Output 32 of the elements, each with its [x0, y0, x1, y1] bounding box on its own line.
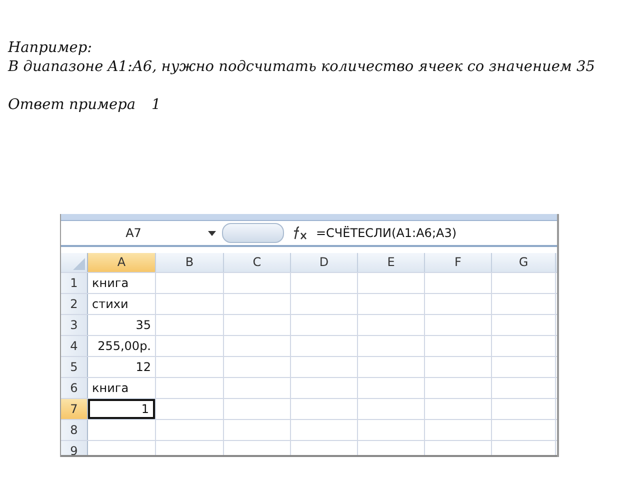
row-header[interactable]: 4 — [61, 336, 88, 356]
name-box[interactable]: A7 — [61, 226, 206, 240]
caret-icon[interactable] — [208, 230, 216, 236]
example-heading: Например: — [8, 39, 94, 58]
row-header[interactable]: 8 — [61, 420, 88, 440]
column-header[interactable]: G — [492, 253, 556, 272]
column-header[interactable]: D — [291, 253, 358, 272]
column-header[interactable]: C — [224, 253, 291, 272]
row-header[interactable]: 5 — [61, 357, 88, 377]
column-header[interactable]: B — [156, 253, 224, 272]
answer-label: Ответ примера — [8, 96, 136, 115]
formula-bar-divider — [222, 223, 284, 243]
row-header[interactable]: 2 — [61, 294, 88, 314]
cell-value[interactable]: 12 — [88, 357, 155, 377]
row-header[interactable]: 9 — [61, 441, 88, 455]
cell-value[interactable]: 35 — [88, 315, 155, 335]
cell-value[interactable]: книга — [88, 378, 155, 398]
row-header[interactable]: 6 — [61, 378, 88, 398]
row-header[interactable]: 3 — [61, 315, 88, 335]
cell-value[interactable]: 255,00р. — [88, 336, 155, 356]
column-header[interactable]: A — [88, 253, 156, 272]
formula-input[interactable]: =СЧЁТЕСЛИ(A1:A6;A3) — [316, 226, 457, 240]
task-text: В диапазоне A1:A6, нужно подсчитать количество ячеек со значением 35 — [8, 58, 596, 77]
cell-value[interactable]: книга — [88, 273, 155, 293]
cell-value[interactable]: 1 — [88, 399, 155, 419]
column-header[interactable]: E — [358, 253, 425, 272]
function-icon[interactable] — [292, 226, 308, 240]
cell-value[interactable]: стихи — [88, 294, 155, 314]
answer-value: 1 — [152, 96, 161, 115]
column-header[interactable]: F — [425, 253, 492, 272]
row-header[interactable]: 1 — [61, 273, 88, 293]
row-header[interactable]: 7 — [61, 399, 88, 419]
